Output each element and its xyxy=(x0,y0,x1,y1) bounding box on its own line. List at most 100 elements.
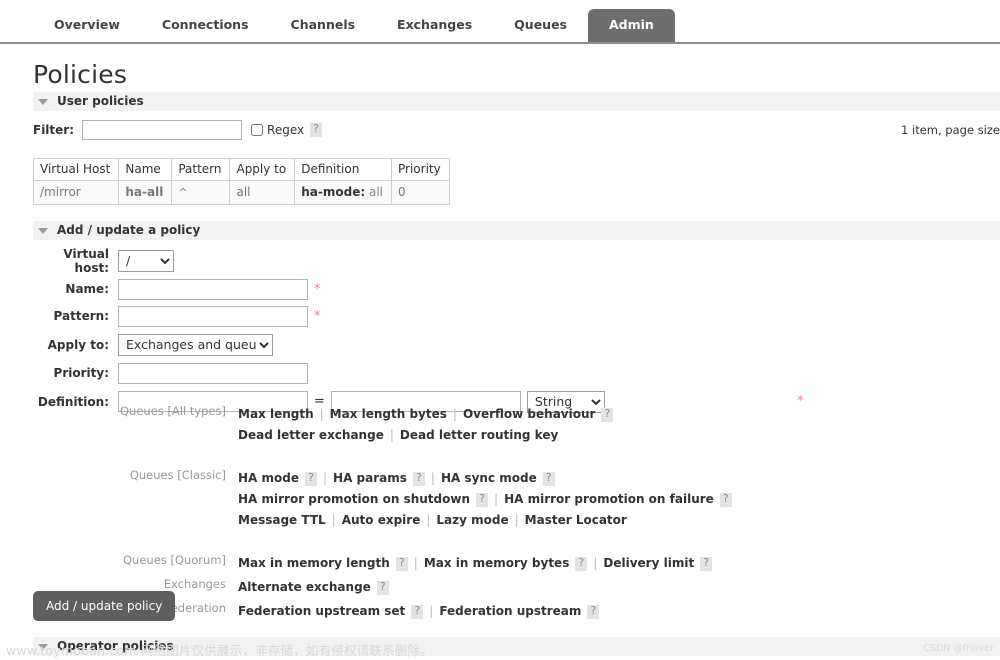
question-mark-icon[interactable]: ? xyxy=(412,471,425,486)
column-header-apply-to[interactable]: Apply to xyxy=(229,158,296,181)
link-federation-upstream[interactable]: Federation upstream xyxy=(439,604,581,618)
link-ha-mode[interactable]: HA mode xyxy=(238,471,299,485)
definition-group-links: Max length | Max length bytes | Overflow beh… xyxy=(238,402,614,446)
column-header-definition[interactable]: Definition xyxy=(294,158,392,181)
policies-page: Overview Connections Channels Exchanges … xyxy=(0,0,1000,660)
question-mark-icon[interactable]: ? xyxy=(395,556,408,571)
separator: | xyxy=(319,407,324,421)
definition-group-label: Queues [All types] xyxy=(120,404,226,418)
separator: | xyxy=(389,428,394,442)
tab-channels[interactable]: Channels xyxy=(270,9,377,42)
link-dead-letter-exchange[interactable]: Dead letter exchange xyxy=(238,428,384,442)
apply-to-label: Apply to: xyxy=(47,337,109,352)
definition-link-line: HA mode? | HA params? | HA sync mode? xyxy=(238,468,732,489)
link-message-ttl[interactable]: Message TTL xyxy=(238,513,326,527)
question-mark-icon[interactable]: ? xyxy=(376,580,389,595)
column-header-name[interactable]: Name xyxy=(118,158,173,181)
link-federation-upstream-set[interactable]: Federation upstream set xyxy=(238,604,405,618)
separator: | xyxy=(430,471,435,485)
question-mark-icon[interactable]: ? xyxy=(587,604,600,619)
definition-group-queues-quorum: Queues [Quorum] Max in memory length? | Ma… xyxy=(33,551,732,574)
regex-checkbox[interactable] xyxy=(251,124,264,136)
regex-label: Regex xyxy=(267,123,305,137)
definition-link-line: Message TTL | Auto expire | Lazy mode | Master… xyxy=(238,510,732,531)
definition-group-links: HA mode? | HA params? | HA sync mode? HA mir… xyxy=(238,466,732,531)
link-overflow-behaviour[interactable]: Overflow behaviour xyxy=(463,407,596,421)
apply-to-select[interactable]: Exchanges and queues xyxy=(118,333,273,356)
link-max-in-memory-bytes[interactable]: Max in memory bytes xyxy=(424,556,570,570)
tab-queues-label: Queues xyxy=(514,17,567,32)
separator: | xyxy=(429,604,434,618)
question-mark-icon[interactable]: ? xyxy=(542,471,555,486)
tab-overview[interactable]: Overview xyxy=(33,9,141,42)
question-mark-icon[interactable]: ? xyxy=(476,492,489,507)
question-mark-icon[interactable]: ? xyxy=(575,556,588,571)
link-lazy-mode[interactable]: Lazy mode xyxy=(436,513,508,527)
link-max-length-bytes[interactable]: Max length bytes xyxy=(330,407,447,421)
tab-channels-label: Channels xyxy=(290,17,356,32)
separator: | xyxy=(514,513,519,527)
separator: | xyxy=(593,556,598,570)
link-ha-sync-mode[interactable]: HA sync mode xyxy=(441,471,537,485)
link-dead-letter-routing-key[interactable]: Dead letter routing key xyxy=(400,428,558,442)
definition-link-line: Federation upstream set? | Federation upst… xyxy=(238,601,600,622)
link-master-locator[interactable]: Master Locator xyxy=(525,513,627,527)
separator: | xyxy=(494,492,499,506)
table-row[interactable]: /mirror ha-all ^ all ha-mode: all 0 xyxy=(32,180,450,205)
cell-pattern: ^ xyxy=(171,180,231,205)
link-ha-params[interactable]: HA params xyxy=(333,471,407,485)
question-mark-icon[interactable]: ? xyxy=(601,407,614,422)
link-auto-expire[interactable]: Auto expire xyxy=(342,513,421,527)
link-ha-mirror-promotion-on-shutdown[interactable]: HA mirror promotion on shutdown xyxy=(238,492,470,506)
definition-group-label: Exchanges xyxy=(163,577,226,591)
definition-link-line: Dead letter exchange | Dead letter routing… xyxy=(238,425,613,446)
question-mark-icon[interactable]: ? xyxy=(411,604,424,619)
form-row-priority: Priority: xyxy=(33,362,803,384)
definition-group-queues-classic: Queues [Classic] HA mode? | HA params? | HA … xyxy=(33,466,732,531)
link-alternate-exchange[interactable]: Alternate exchange xyxy=(238,580,371,594)
question-mark-icon[interactable]: ? xyxy=(310,123,323,137)
section-header-user-policies-label: User policies xyxy=(57,94,144,108)
tab-connections-label: Connections xyxy=(161,17,249,32)
definition-group-links: Alternate exchange? xyxy=(238,575,389,598)
regex-toggle-group: Regex ? xyxy=(251,123,323,137)
filter-input[interactable] xyxy=(82,120,243,140)
main-nav-tabbar: Overview Connections Channels Exchanges … xyxy=(0,0,1000,44)
separator: | xyxy=(413,556,418,570)
watermark-left: www.toymoban.com 网络图片仅供展示，非存储，如有侵权请联系删除。 xyxy=(6,643,433,658)
column-header-virtual-host[interactable]: Virtual Host xyxy=(32,158,120,181)
link-ha-mirror-promotion-on-failure[interactable]: HA mirror promotion on failure xyxy=(504,492,714,506)
cell-priority: 0 xyxy=(391,180,450,205)
link-delivery-limit[interactable]: Delivery limit xyxy=(603,556,694,570)
question-mark-icon[interactable]: ? xyxy=(700,556,713,571)
cell-definition: ha-mode: all xyxy=(294,180,392,205)
virtual-host-select[interactable]: / xyxy=(118,249,174,272)
link-max-in-memory-length[interactable]: Max in memory length xyxy=(238,556,390,570)
tab-admin[interactable]: Admin xyxy=(588,9,675,42)
virtual-host-label: Virtual host: xyxy=(63,246,109,275)
cell-name[interactable]: ha-all xyxy=(118,180,173,205)
required-marker: * xyxy=(314,281,321,297)
user-policies-table: Virtual Host Name Pattern Apply to Defin… xyxy=(32,158,450,205)
section-header-add-policy-label: Add / update a policy xyxy=(57,223,201,237)
section-header-user-policies[interactable]: User policies xyxy=(33,92,1000,111)
column-header-priority[interactable]: Priority xyxy=(391,158,450,181)
section-header-add-policy[interactable]: Add / update a policy xyxy=(33,221,1000,240)
tab-exchanges-label: Exchanges xyxy=(397,17,473,32)
tab-queues[interactable]: Queues xyxy=(493,9,588,42)
tab-connections[interactable]: Connections xyxy=(141,9,270,42)
question-mark-icon[interactable]: ? xyxy=(304,471,317,486)
priority-input[interactable] xyxy=(118,362,308,384)
add-update-policy-button[interactable]: Add / update policy xyxy=(33,591,176,621)
tab-exchanges[interactable]: Exchanges xyxy=(376,9,493,42)
column-header-pattern[interactable]: Pattern xyxy=(171,158,231,181)
filter-row: Filter: Regex ? xyxy=(33,120,323,140)
separator: | xyxy=(331,513,336,527)
name-input[interactable] xyxy=(118,278,308,300)
definition-link-line: Max in memory length? | Max in memory byte… xyxy=(238,553,713,574)
link-max-length[interactable]: Max length xyxy=(238,407,314,421)
pattern-input[interactable] xyxy=(118,305,308,327)
question-mark-icon[interactable]: ? xyxy=(719,492,732,507)
triangle-down-icon xyxy=(38,228,48,234)
definition-value: all xyxy=(368,185,383,199)
